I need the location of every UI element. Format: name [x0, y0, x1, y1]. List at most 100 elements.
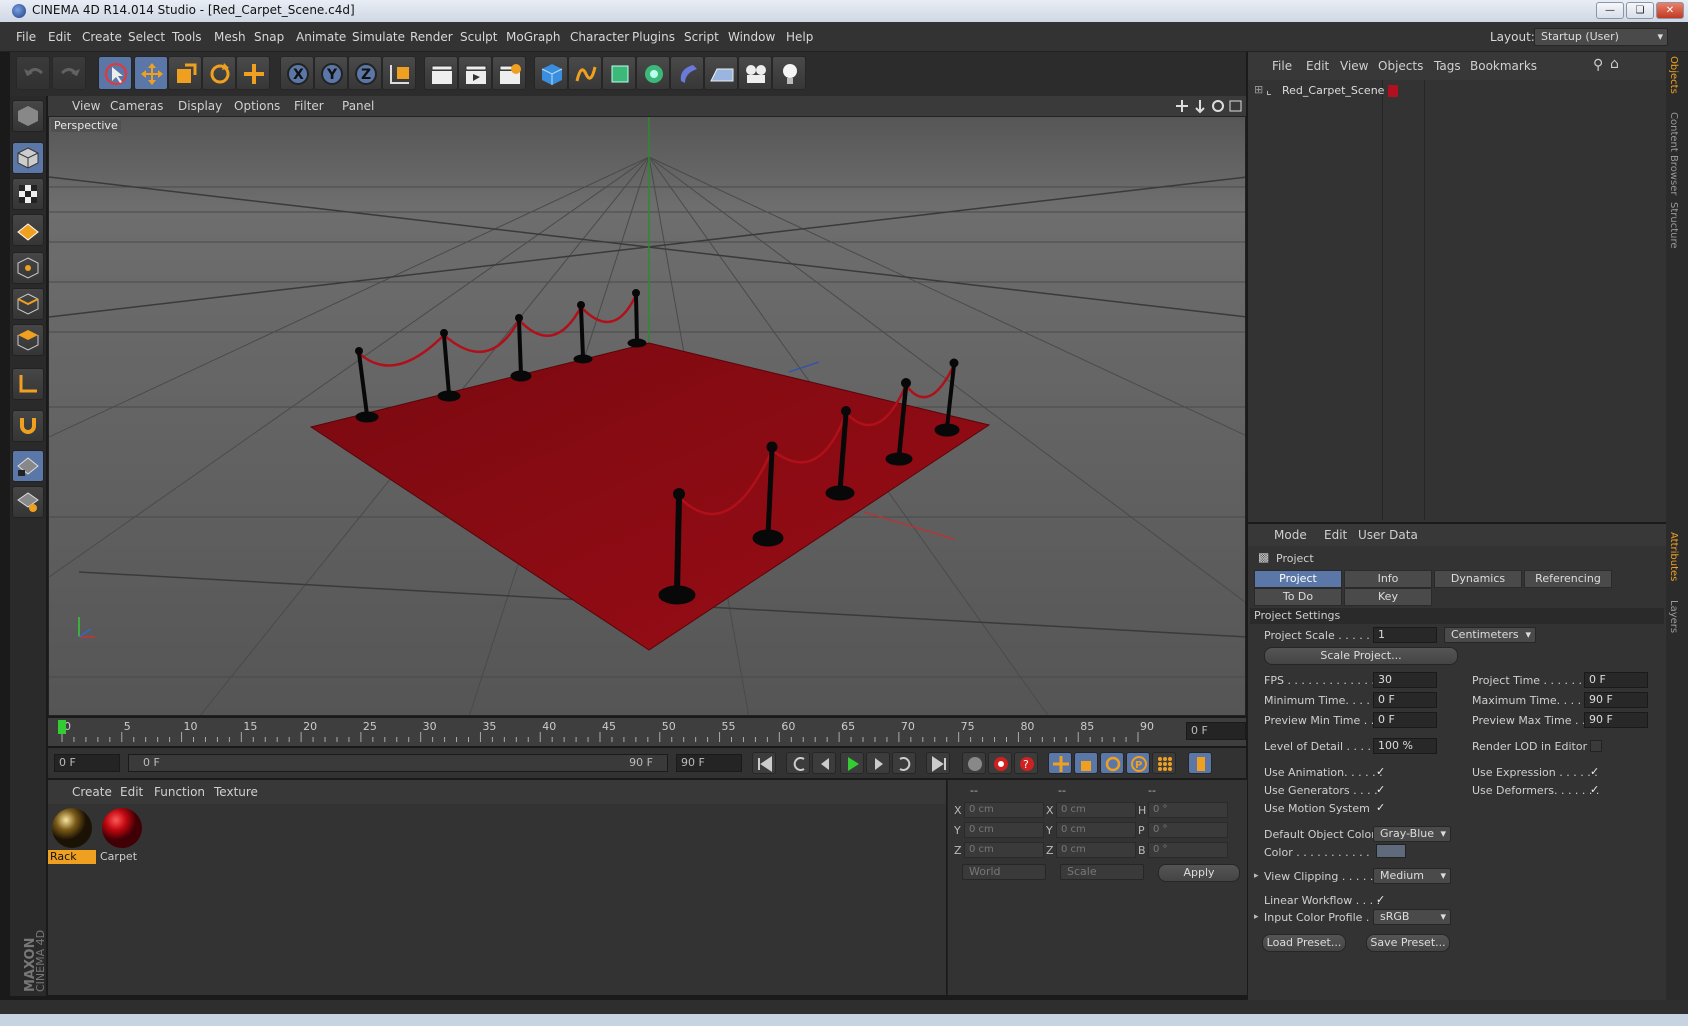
- preview-max-field[interactable]: 90 F: [1584, 712, 1648, 728]
- side-tab-content-browser[interactable]: Content Browser: [1668, 112, 1679, 195]
- search-icon[interactable]: ⚲: [1593, 57, 1603, 73]
- render-view-button[interactable]: [424, 56, 458, 90]
- nurbs-button[interactable]: [602, 56, 636, 90]
- menu-character[interactable]: Character: [570, 30, 629, 44]
- prev-frame-button[interactable]: [812, 752, 836, 774]
- camera-button[interactable]: [738, 56, 772, 90]
- close-button[interactable]: ✕: [1656, 2, 1684, 19]
- side-tab-structure[interactable]: Structure: [1668, 202, 1679, 249]
- view-clipping-dropdown[interactable]: Medium ▾: [1373, 868, 1451, 884]
- key-pla-button[interactable]: [1152, 752, 1176, 774]
- make-editable-button[interactable]: [12, 100, 44, 132]
- magnet-button[interactable]: [12, 410, 44, 442]
- attr-menu-edit[interactable]: Edit: [1324, 528, 1347, 542]
- material-menu-edit[interactable]: Edit: [120, 785, 143, 799]
- key-parameter-button[interactable]: P: [1126, 752, 1150, 774]
- menu-animate[interactable]: Animate: [296, 30, 346, 44]
- home-icon[interactable]: ⌂: [1610, 56, 1619, 72]
- linear-workflow-checkbox[interactable]: ✓: [1376, 894, 1388, 906]
- array-button[interactable]: [636, 56, 670, 90]
- position-z-field[interactable]: 0 cm: [964, 842, 1044, 858]
- goto-end-button[interactable]: [926, 752, 950, 774]
- use-animation-checkbox[interactable]: ✓: [1376, 766, 1388, 778]
- scale-dropdown[interactable]: Scale: [1060, 864, 1144, 880]
- position-y-field[interactable]: 0 cm: [964, 822, 1044, 838]
- transform-tool-button[interactable]: [236, 56, 270, 90]
- timeline-button[interactable]: [1188, 752, 1212, 774]
- position-x-field[interactable]: 0 cm: [964, 802, 1044, 818]
- timeline-ruler[interactable]: 0 5 10 15 20 25 30 35 40 45 50 55 60 65 70 75 80 85 90 0 F: [48, 718, 1246, 746]
- prev-key-button[interactable]: [786, 752, 810, 774]
- material-menu-texture[interactable]: Texture: [214, 785, 258, 799]
- objects-menu-file[interactable]: File: [1272, 59, 1292, 73]
- menu-tools[interactable]: Tools: [172, 30, 202, 44]
- menu-mesh[interactable]: Mesh: [214, 30, 246, 44]
- menu-snap[interactable]: Snap: [254, 30, 284, 44]
- use-motion-checkbox[interactable]: ✓: [1376, 802, 1388, 814]
- save-preset-button[interactable]: Save Preset...: [1366, 934, 1450, 952]
- rotate-tool-button[interactable]: [202, 56, 236, 90]
- default-color-dropdown[interactable]: Gray-Blue ▾: [1373, 826, 1451, 842]
- z-axis-button[interactable]: Z: [348, 56, 382, 90]
- goto-start-button[interactable]: [752, 752, 776, 774]
- perspective-viewport[interactable]: Perspective: [48, 116, 1246, 716]
- spline-button[interactable]: [568, 56, 602, 90]
- object-row-red-carpet-scene[interactable]: ⊞ ⌞ Red_Carpet_Scene: [1248, 82, 1384, 100]
- project-time-field[interactable]: 0 F: [1584, 672, 1648, 688]
- menu-edit[interactable]: Edit: [48, 30, 71, 44]
- objects-menu-edit[interactable]: Edit: [1306, 59, 1329, 73]
- expand-arrow-icon[interactable]: ▸: [1254, 912, 1259, 922]
- coord-system-button[interactable]: [382, 56, 416, 90]
- unit-dropdown[interactable]: Centimeters ▾: [1444, 627, 1536, 643]
- objects-menu-tags[interactable]: Tags: [1434, 59, 1461, 73]
- viewport-menu-options[interactable]: Options: [234, 99, 280, 113]
- viewport-menu-view[interactable]: View: [72, 99, 100, 113]
- x-axis-button[interactable]: X: [280, 56, 314, 90]
- tab-referencing[interactable]: Referencing: [1524, 570, 1612, 588]
- menu-select[interactable]: Select: [128, 30, 165, 44]
- side-tab-attributes[interactable]: Attributes: [1668, 532, 1679, 581]
- min-time-field[interactable]: 0 F: [1373, 692, 1437, 708]
- viewport-menu-cameras[interactable]: Cameras: [110, 99, 163, 113]
- menu-window[interactable]: Window: [728, 30, 775, 44]
- next-frame-button[interactable]: [866, 752, 890, 774]
- expand-icon[interactable]: ⊞: [1254, 83, 1263, 96]
- scale-tool-button[interactable]: [168, 56, 202, 90]
- tab-info[interactable]: Info: [1344, 570, 1432, 588]
- preview-min-field[interactable]: 0 F: [1373, 712, 1437, 728]
- material-menu-function[interactable]: Function: [154, 785, 205, 799]
- keyframe-selection-button[interactable]: ?: [1014, 752, 1038, 774]
- max-time-field[interactable]: 90 F: [1584, 692, 1648, 708]
- menu-script[interactable]: Script: [684, 30, 719, 44]
- y-axis-button[interactable]: Y: [314, 56, 348, 90]
- floor-button[interactable]: [704, 56, 738, 90]
- attr-menu-user-data[interactable]: User Data: [1358, 528, 1418, 542]
- workplane-mode-button[interactable]: [12, 214, 44, 246]
- key-rotation-button[interactable]: [1100, 752, 1124, 774]
- workplane-lock-button[interactable]: [12, 450, 44, 482]
- edges-mode-button[interactable]: [12, 288, 44, 320]
- viewport-menu-display[interactable]: Display: [178, 99, 222, 113]
- texture-mode-button[interactable]: [12, 178, 44, 210]
- load-preset-button[interactable]: Load Preset...: [1262, 934, 1346, 952]
- fps-field[interactable]: 30: [1373, 672, 1437, 688]
- maximize-button[interactable]: ❏: [1626, 2, 1654, 19]
- redo-button[interactable]: [52, 56, 86, 90]
- side-tab-layers[interactable]: Layers: [1668, 600, 1679, 633]
- menu-render[interactable]: Render: [410, 30, 453, 44]
- render-picture-viewer-button[interactable]: [458, 56, 492, 90]
- objects-menu-bookmarks[interactable]: Bookmarks: [1470, 59, 1537, 73]
- snap-button[interactable]: [12, 486, 44, 518]
- menu-file[interactable]: File: [16, 30, 36, 44]
- input-profile-dropdown[interactable]: sRGB ▾: [1373, 909, 1451, 925]
- light-button[interactable]: [772, 56, 806, 90]
- use-expression-checkbox[interactable]: ✓: [1590, 766, 1602, 778]
- side-tab-objects[interactable]: Objects: [1668, 56, 1679, 94]
- preview-range-slider[interactable]: 0 F 90 F: [128, 754, 668, 772]
- next-key-button[interactable]: [892, 752, 916, 774]
- viewport-nav-icons[interactable]: [1174, 98, 1244, 114]
- render-settings-button[interactable]: [492, 56, 526, 90]
- move-tool-button[interactable]: [134, 56, 168, 90]
- rotation-h-field[interactable]: 0 °: [1148, 802, 1228, 818]
- record-keys-button[interactable]: [962, 752, 986, 774]
